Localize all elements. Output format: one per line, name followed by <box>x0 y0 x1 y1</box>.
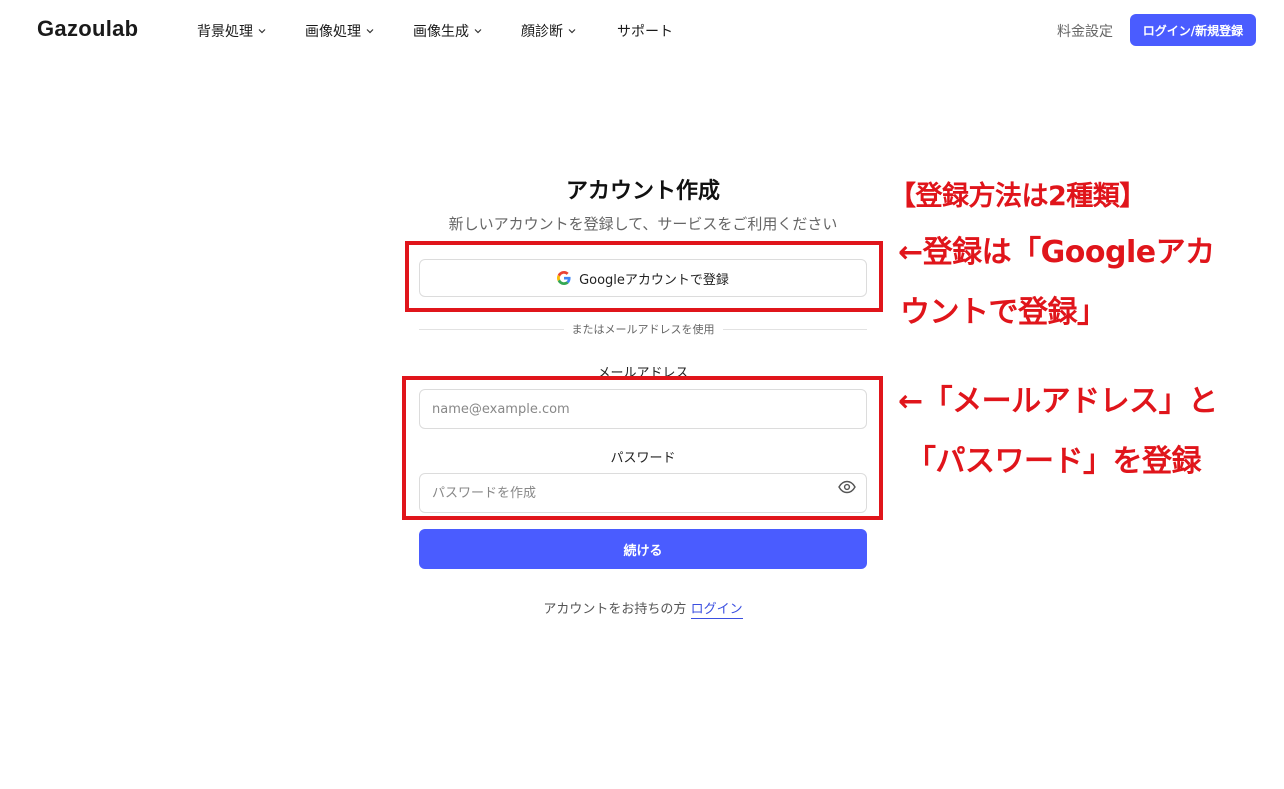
divider-line <box>419 328 564 330</box>
login-prompt-text: アカウントをお持ちの方 <box>543 602 687 617</box>
top-header: Gazoulab 背景処理 画像処理 画像生成 顔診断 サポート 料金設定 ログ… <box>0 0 1284 62</box>
divider: またはメールアドレスを使用 <box>419 320 867 338</box>
chevron-down-icon <box>568 29 576 34</box>
divider-line <box>722 328 867 330</box>
chevron-down-icon <box>366 29 374 34</box>
nav-item-label: 画像処理 <box>305 24 361 40</box>
annotation-google-line2: ウントで登録」 <box>900 295 1107 330</box>
nav-item-support[interactable]: サポート <box>617 21 673 41</box>
nav-item-background[interactable]: 背景処理 <box>197 21 266 41</box>
credentials-highlight-box <box>402 376 883 520</box>
google-highlight-box <box>405 241 883 312</box>
logo[interactable]: Gazoulab <box>37 16 138 42</box>
login-link[interactable]: ログイン <box>690 602 743 619</box>
annotation-google-line1: ←登録は「Googleアカ <box>898 235 1215 270</box>
divider-text: またはメールアドレスを使用 <box>571 323 715 336</box>
nav-item-label: 背景処理 <box>197 24 253 40</box>
annotation-email-line2: 「パスワード」を登録 <box>906 444 1202 479</box>
login-signup-button[interactable]: ログイン/新規登録 <box>1130 14 1256 46</box>
nav-item-image-processing[interactable]: 画像処理 <box>305 21 374 41</box>
login-prompt: アカウントをお持ちの方 ログイン <box>419 598 867 619</box>
nav-item-label: サポート <box>617 24 673 40</box>
nav-item-label: 画像生成 <box>413 24 469 40</box>
annotation-email-line1: ←「メールアドレス」と <box>898 384 1218 419</box>
page-subtitle: 新しいアカウントを登録して、サービスをご利用ください <box>448 215 838 233</box>
chevron-down-icon <box>258 29 266 34</box>
continue-button[interactable]: 続ける <box>419 529 867 569</box>
page-title: アカウント作成 <box>565 179 720 204</box>
nav-item-label: 顔診断 <box>521 24 563 40</box>
pricing-link[interactable]: 料金設定 <box>1057 21 1113 41</box>
annotation-heading: 【登録方法は2種類】 <box>889 181 1146 212</box>
nav-item-image-generation[interactable]: 画像生成 <box>413 21 482 41</box>
nav-item-face-diagnosis[interactable]: 顔診断 <box>521 21 576 41</box>
chevron-down-icon <box>474 29 482 34</box>
